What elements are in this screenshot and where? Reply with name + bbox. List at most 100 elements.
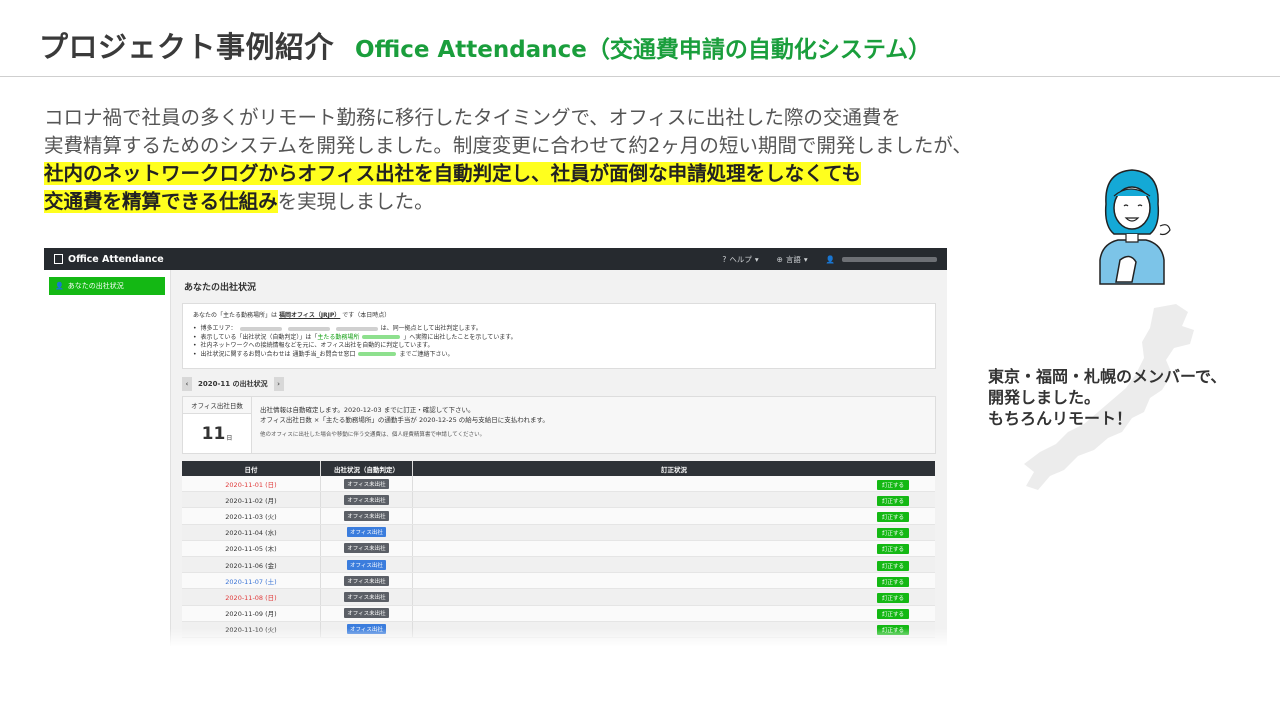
info-text: 博多エリア： <box>200 325 237 332</box>
slide-title-sub: Office Attendance（交通費申請の自動化システム） <box>355 37 932 63</box>
status-badge: オフィス未出社 <box>344 591 389 602</box>
summary-text: 出社情報は自動確定します。2020-12-03 までに訂正・確認して下さい。 オ… <box>252 396 936 454</box>
intro-paragraph: コロナ禍で社員の多くがリモート勤務に移行したタイミングで、オフィスに出社した際の… <box>44 104 1184 216</box>
status-badge: オフィス未出社 <box>344 478 389 489</box>
fix-button[interactable]: 訂正する <box>876 609 909 620</box>
row-date: 2020-11-06 (金) <box>225 561 277 570</box>
status-badge: オフィス未出社 <box>344 494 389 505</box>
intro-line-3: 社内のネットワークログからオフィス出社を自動判定し、社員が面倒な申請処理をしなく… <box>44 160 1184 188</box>
app-main: あなたの出社状況 あなたの「主たる勤務場所」は 福岡オフィス（JRJP） です（… <box>171 270 947 646</box>
blurred-text <box>287 326 330 331</box>
row-status: オフィス出社 <box>320 524 413 540</box>
blurred-email[interactable] <box>358 352 397 356</box>
info-text: 社内ネットワークへの接続情報などを元に、オフィス出社を自動的に判定しています。 <box>200 342 434 349</box>
status-badge: オフィス未出社 <box>344 543 389 554</box>
app-brand[interactable]: Office Attendance <box>54 254 164 265</box>
row-status: オフィス未出社 <box>320 605 413 621</box>
globe-icon: ⊕ <box>776 254 783 264</box>
team-note-line-3: もちろんリモート！ <box>988 409 1133 428</box>
info-item: 博多エリア： は、同一拠点として出社判定します。 <box>193 325 925 334</box>
user-check-icon: 👤 <box>55 282 64 290</box>
summary-line-2: オフィス出社日数 ×「主たる勤務場所」の通勤手当が 2020-12-25 の給与… <box>260 416 549 424</box>
office-days-card: オフィス出社日数 11 日 <box>182 396 252 454</box>
language-menu-label: 言語 <box>785 254 801 264</box>
app-navbar: Office Attendance ? ヘルプ ▾ ⊕ 言語 ▾ 👤 <box>44 248 947 270</box>
intro-highlight-1: 社内のネットワークログからオフィス出社を自動判定し、社員が面倒な申請処理をしなく… <box>44 162 862 185</box>
app-sidebar: 👤 あなたの出社状況 <box>44 270 171 646</box>
attendance-table: 日付 出社状況（自動判定） 訂正状況 2020-11-01 (日) オフィス未出社… <box>182 461 935 638</box>
info-text: 出社状況に関するお問い合わせは 通勤手当_お問合せ窓口 <box>200 350 356 358</box>
next-month-button[interactable]: › <box>273 377 284 391</box>
app-screenshot: Office Attendance ? ヘルプ ▾ ⊕ 言語 ▾ 👤 👤 あなた… <box>44 248 947 646</box>
intro-line-4: 交通費を精算できる仕組みを実現しました。 <box>44 188 1184 216</box>
header-fix: 訂正状況 <box>661 465 687 474</box>
page-title: あなたの出社状況 <box>184 283 257 293</box>
title-divider <box>0 76 1280 77</box>
app-brand-label: Office Attendance <box>68 253 164 265</box>
chevron-down-icon: ▾ <box>754 254 759 264</box>
row-date: 2020-11-05 (木) <box>225 545 277 554</box>
office-days-unit: 日 <box>226 435 233 442</box>
status-badge: オフィス未出社 <box>344 575 389 586</box>
table-row: 2020-11-04 (水) オフィス出社 訂正する <box>182 524 935 541</box>
table-header: 日付 出社状況（自動判定） 訂正状況 <box>182 461 935 476</box>
row-date: 2020-11-03 (火) <box>225 512 277 521</box>
row-status: オフィス未出社 <box>320 589 413 605</box>
slide-title-main: プロジェクト事例紹介 <box>39 30 335 64</box>
table-body: 2020-11-01 (日) オフィス未出社 訂正する 2020-11-02 (月) オ… <box>182 476 935 638</box>
table-row: 2020-11-02 (月) オフィス未出社 訂正する <box>182 492 935 509</box>
office-days-label: オフィス出社日数 <box>183 397 251 414</box>
intro-highlight-2: 交通費を精算できる仕組み <box>44 190 278 213</box>
user-name-blurred <box>842 256 937 262</box>
row-status: オフィス未出社 <box>320 540 413 556</box>
prev-month-button[interactable]: ‹ <box>182 377 192 391</box>
fix-button[interactable]: 訂正する <box>876 560 909 571</box>
row-date: 2020-11-08 (日) <box>225 593 277 602</box>
month-navigator: ‹ 2020-11 の出社状況 › <box>182 377 936 391</box>
table-row: 2020-11-03 (火) オフィス未出社 訂正する <box>182 508 935 525</box>
header-date: 日付 <box>244 465 258 474</box>
blurred-text <box>335 326 378 331</box>
intro-line-1: コロナ禍で社員の多くがリモート勤務に移行したタイミングで、オフィスに出社した際の… <box>44 106 901 129</box>
month-label: 2020-11 の出社状況 <box>198 380 268 388</box>
fix-button[interactable]: 訂正する <box>876 592 909 603</box>
help-menu-label: ヘルプ <box>729 254 752 264</box>
fix-button[interactable]: 訂正する <box>876 479 909 490</box>
language-menu[interactable]: ⊕ 言語 ▾ <box>777 254 808 265</box>
attendance-summary: オフィス出社日数 11 日 出社情報は自動確定します。2020-12-03 までに… <box>182 396 936 454</box>
table-row: 2020-11-05 (木) オフィス未出社 訂正する <box>182 540 935 557</box>
row-date: 2020-11-09 (月) <box>225 610 277 619</box>
user-icon: 👤 <box>825 254 835 264</box>
row-status: オフィス未出社 <box>320 492 413 508</box>
info-text: は、同一拠点として出社判定します。 <box>380 325 482 332</box>
summary-line-3: 他のオフィスに出社した場合や移動に伴う交通費は、個人経費精算書で申請してください… <box>260 432 486 438</box>
office-days-count: 11 <box>201 423 226 444</box>
status-badge: オフィス出社 <box>347 559 386 570</box>
table-row: 2020-11-07 (土) オフィス未出社 訂正する <box>182 573 935 590</box>
office-days-value: 11 日 <box>183 414 251 453</box>
smiling-woman-illustration <box>1099 169 1171 285</box>
info-box: あなたの「主たる勤務場所」は 福岡オフィス（JRJP） です（本日時点） 博多エ… <box>182 303 936 369</box>
sidebar-item-attendance[interactable]: 👤 あなたの出社状況 <box>49 277 165 295</box>
main-workplace-link[interactable]: 福岡オフィス（JRJP） <box>279 312 340 319</box>
fix-button[interactable]: 訂正する <box>876 576 909 587</box>
team-note-line-1: 東京・福岡・札幌のメンバーで、 <box>988 367 1227 386</box>
row-status: オフィス未出社 <box>320 508 413 524</box>
fix-button[interactable]: 訂正する <box>876 528 909 539</box>
sidebar-item-label: あなたの出社状況 <box>67 282 124 290</box>
team-note-line-2: 開発しました。 <box>988 388 1101 407</box>
fix-button[interactable]: 訂正する <box>876 511 909 522</box>
screenshot-fade <box>44 628 947 646</box>
main-workplace-prefix: あなたの「主たる勤務場所」は <box>193 312 278 319</box>
fix-button[interactable]: 訂正する <box>876 544 909 555</box>
blurred-text <box>239 326 282 331</box>
table-row: 2020-11-09 (月) オフィス未出社 訂正する <box>182 605 935 622</box>
team-note: 東京・福岡・札幌のメンバーで、 開発しました。 もちろんリモート！ <box>988 366 1226 429</box>
fix-button[interactable]: 訂正する <box>876 495 909 506</box>
chevron-down-icon: ▾ <box>803 254 808 264</box>
row-date: 2020-11-07 (土) <box>225 577 277 586</box>
help-menu[interactable]: ? ヘルプ ▾ <box>722 254 758 265</box>
user-menu[interactable]: 👤 <box>826 255 937 264</box>
help-icon: ? <box>722 254 727 264</box>
info-list: 博多エリア： は、同一拠点として出社判定します。 表示している「出社状況（自動判定… <box>193 325 925 359</box>
